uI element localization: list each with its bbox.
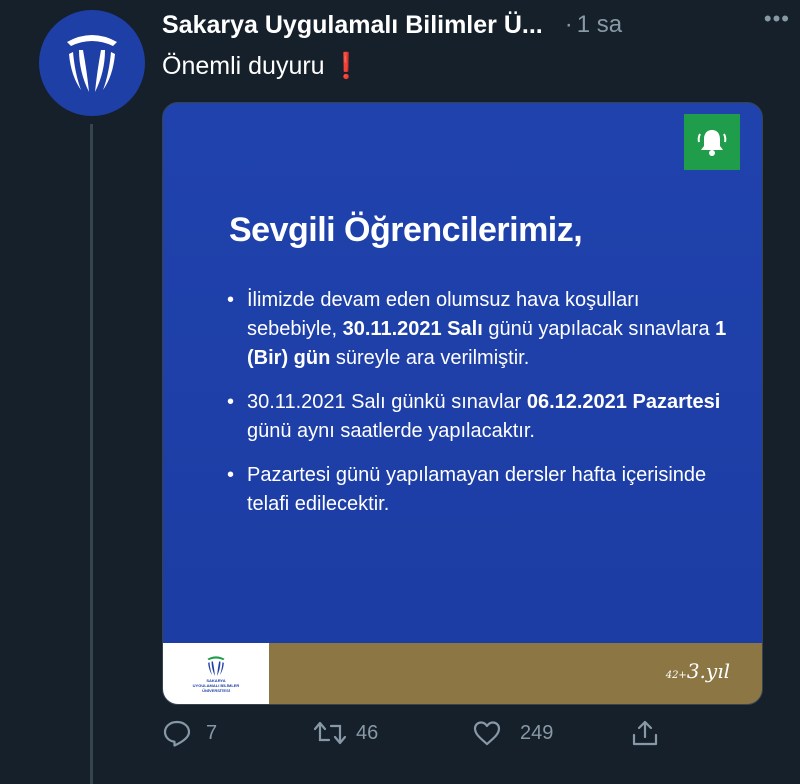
anniversary-prefix: 42+: [665, 670, 687, 681]
footer-logo-line: ÜNİVERSİTESİ: [202, 688, 230, 693]
university-logo-icon: [67, 35, 117, 92]
avatar[interactable]: [39, 10, 145, 116]
tweet-media-card[interactable]: Sevgili Öğrencilerimiz, İlimizde devam e…: [162, 102, 763, 705]
anniversary-text: 3.yıl: [686, 659, 730, 683]
announcement-list: İlimizde devam eden olumsuz hava koşulla…: [227, 286, 729, 534]
like-icon: [473, 721, 501, 746]
bullet-text: süreyle ara verilmiştir.: [330, 347, 530, 369]
bullet-text: günü aynı saatlerde yapılacaktır.: [247, 420, 535, 442]
exclamation-emoji: ❗: [330, 52, 362, 80]
announcement-image: Sevgili Öğrencilerimiz, İlimizde devam e…: [163, 103, 762, 643]
tweet-text: Önemli duyuru ❗: [162, 52, 362, 81]
like-count: 249: [520, 721, 554, 744]
tweet-header: Sakarya Uygulamalı Bilimler Ü... · 1 sa: [162, 8, 780, 42]
like-button[interactable]: 249: [472, 718, 553, 748]
bell-icon: [697, 130, 727, 156]
share-button[interactable]: [630, 718, 660, 748]
anniversary-mark: 42+3.yıl: [666, 659, 730, 683]
retweet-button[interactable]: 46: [312, 718, 378, 748]
announcement-title: Sevgili Öğrencilerimiz,: [229, 211, 583, 249]
list-item: Pazartesi günü yapılamayan dersler hafta…: [227, 461, 729, 519]
bullet-text: günü yapılacak sınavlara: [482, 318, 716, 340]
tweet-text-body: Önemli duyuru: [162, 52, 325, 80]
bullet-text: 30.11.2021 Salı günkü sınavlar: [247, 391, 527, 413]
tweet-actions: 7 46 249: [162, 718, 702, 758]
retweet-count: 46: [356, 721, 379, 744]
university-logo-icon: [207, 656, 225, 676]
list-item: İlimizde devam eden olumsuz hava koşulla…: [227, 286, 729, 373]
reply-icon: [163, 720, 191, 747]
more-options-icon[interactable]: •••: [764, 6, 790, 32]
time-separator: ·: [564, 11, 573, 38]
card-footer: SAKARYA UYGULAMALI BİLİMLER ÜNİVERSİTESİ…: [163, 643, 762, 704]
reply-count: 7: [206, 721, 218, 744]
footer-gold-band: 42+3.yıl: [269, 643, 762, 704]
list-item: 30.11.2021 Salı günkü sınavlar 06.12.202…: [227, 388, 729, 446]
footer-logo: SAKARYA UYGULAMALI BİLİMLER ÜNİVERSİTESİ: [163, 643, 269, 704]
bullet-bold-text: 30.11.2021 Salı: [342, 318, 483, 340]
retweet-icon: [313, 721, 347, 745]
bullet-bold-text: 06.12.2021 Pazartesi: [526, 391, 721, 413]
thread-line: [90, 124, 93, 784]
reply-button[interactable]: 7: [162, 718, 217, 748]
tweet-time[interactable]: 1 sa: [577, 11, 622, 39]
bell-badge: [684, 114, 740, 170]
share-icon: [632, 720, 658, 746]
bullet-text: Pazartesi günü yapılamayan dersler hafta…: [247, 464, 707, 515]
author-name[interactable]: Sakarya Uygulamalı Bilimler Ü...: [162, 11, 543, 40]
